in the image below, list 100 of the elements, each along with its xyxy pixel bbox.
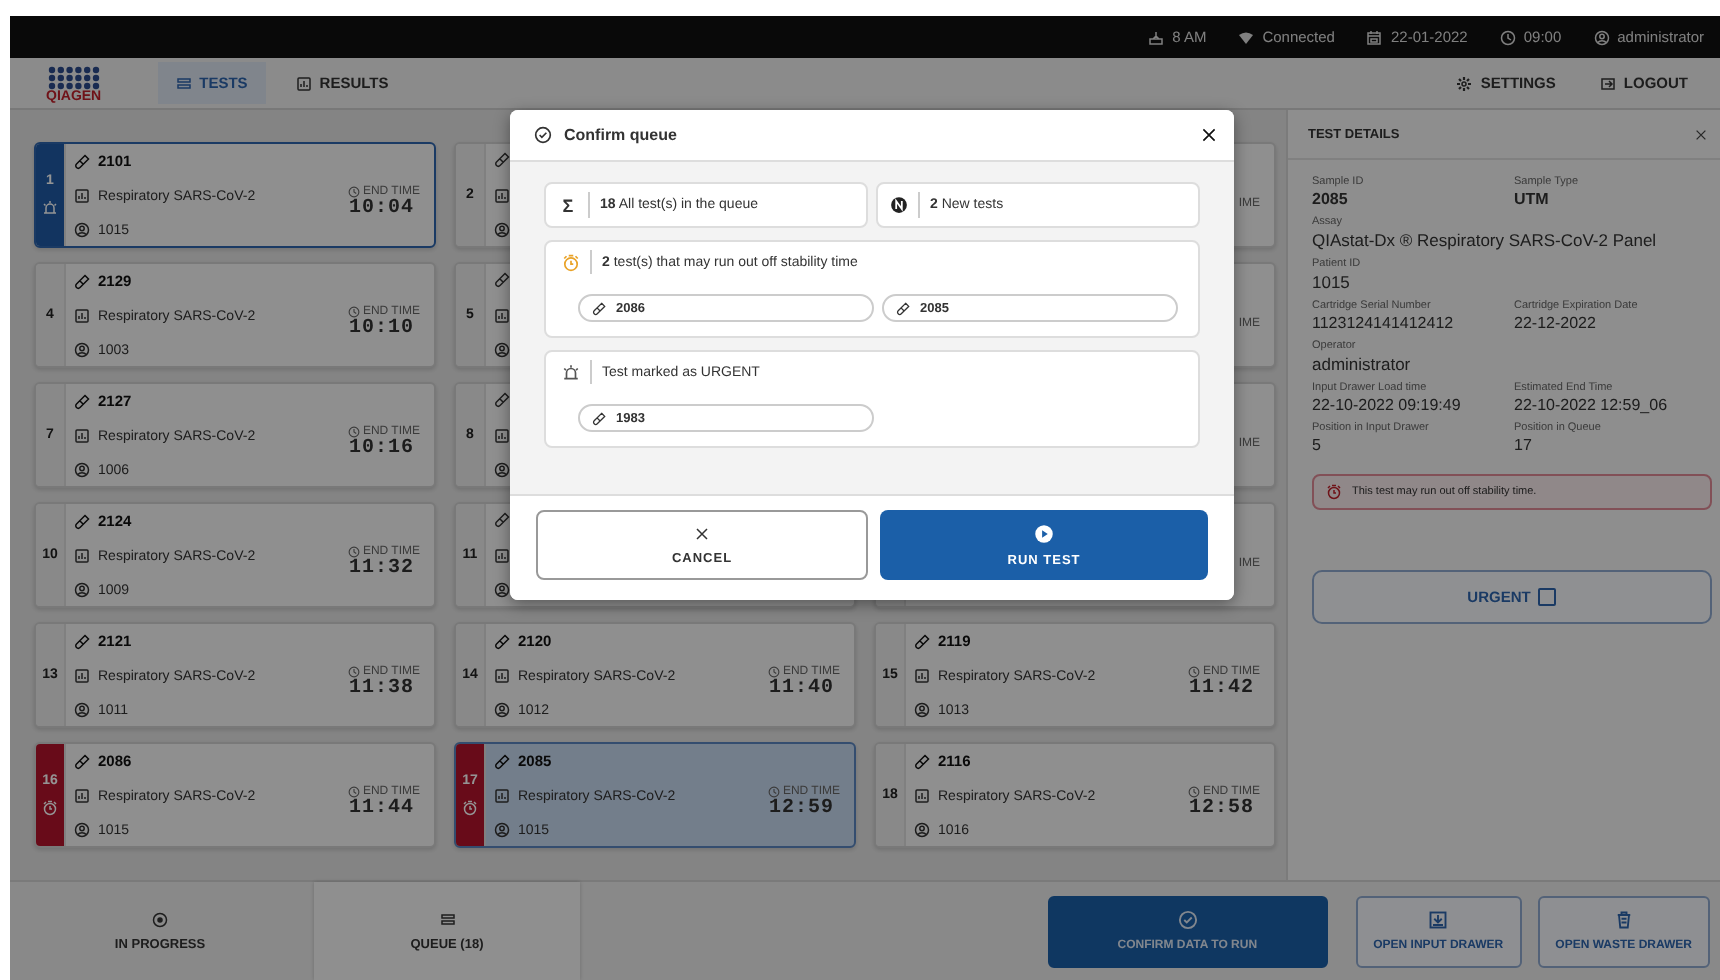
clock-icon [348, 426, 361, 438]
test-tube-icon [74, 633, 90, 649]
settings-icon [1456, 75, 1473, 91]
test-tube-icon [74, 513, 90, 529]
person-icon [74, 582, 90, 598]
field-value: 2085 [1312, 190, 1350, 208]
person-icon [74, 342, 90, 358]
person-icon [494, 222, 510, 238]
field-value: 5 [1312, 436, 1323, 454]
check-circle-icon [1177, 910, 1198, 930]
tray-arrow-icon [1428, 910, 1449, 930]
field-value: 22-10-2022 09:19:49 [1312, 396, 1463, 414]
chart-icon [494, 427, 510, 443]
trash-icon [1613, 910, 1634, 930]
clock-icon [1188, 786, 1201, 798]
chart-icon [914, 788, 930, 804]
close-button[interactable] [1200, 126, 1218, 144]
chart-icon [74, 308, 90, 324]
chart-icon [494, 547, 510, 563]
clock-icon [768, 786, 781, 798]
wifi-icon [1238, 29, 1255, 45]
siren-icon [42, 200, 58, 216]
dialog-title: Confirm queue [564, 126, 677, 144]
test-tube-icon [914, 633, 930, 649]
clock-icon [348, 666, 361, 678]
end-time: 10:16 [348, 438, 414, 460]
chart-icon [74, 788, 90, 804]
field-value: 1015 [1312, 272, 1352, 292]
test-tube-icon [914, 753, 930, 769]
clock-icon [348, 546, 361, 558]
tray-icon [1148, 29, 1165, 45]
letter-n-icon [890, 196, 908, 214]
end-time: 12:58 [1188, 798, 1254, 820]
field-value: administrator [1312, 354, 1413, 374]
chart-icon [74, 428, 90, 444]
chart-icon [74, 188, 90, 204]
list-icon [439, 911, 455, 927]
person-icon [74, 822, 90, 838]
person-icon [494, 582, 510, 598]
person-icon [494, 342, 510, 358]
test-tube-icon [494, 753, 510, 769]
test-tube-icon [592, 411, 606, 425]
field-value: QIAstat-Dx ® Respiratory SARS-CoV-2 Panel [1312, 230, 1659, 250]
test-tube-icon [494, 272, 510, 288]
timer-icon [42, 800, 58, 816]
test-tube-icon [494, 392, 510, 408]
checkbox[interactable] [1538, 588, 1557, 606]
close-icon [1200, 126, 1218, 144]
clock-icon [348, 786, 361, 798]
end-time: 11:32 [348, 558, 414, 580]
end-time: 10:10 [348, 318, 414, 340]
test-tube-icon [74, 273, 90, 289]
person-icon [914, 702, 930, 718]
timer-icon [462, 800, 478, 816]
alarm-icon [1326, 484, 1342, 500]
field-value: 22-10-2022 12:59_06 [1514, 396, 1670, 414]
chart-icon [494, 307, 510, 323]
person-icon [914, 822, 930, 838]
chart-icon [494, 187, 510, 203]
clock-icon [348, 306, 361, 318]
end-time: 10:04 [348, 198, 414, 220]
chart-icon [494, 788, 510, 804]
close-icon [1694, 128, 1708, 142]
field-value: 17 [1514, 436, 1534, 454]
target-icon [152, 911, 168, 927]
test-tube-icon [74, 753, 90, 769]
play-icon [1034, 523, 1054, 543]
dots-logo-icon [47, 65, 100, 89]
user-icon [1593, 29, 1610, 45]
sigma-icon: Σ [558, 195, 578, 215]
clock-icon [1188, 666, 1201, 678]
end-time: 11:42 [1188, 678, 1254, 700]
test-tube-icon [494, 512, 510, 528]
chart-icon [74, 668, 90, 684]
chart-icon [295, 75, 312, 91]
end-time: 11:44 [348, 798, 414, 820]
test-tube-icon [896, 301, 910, 315]
siren-icon [562, 363, 580, 381]
person-icon [74, 702, 90, 718]
end-time: 11:38 [348, 678, 414, 700]
list-icon [175, 75, 192, 91]
chart-icon [74, 548, 90, 564]
test-tube-icon [74, 393, 90, 409]
test-tube-icon [494, 152, 510, 168]
person-icon [74, 222, 90, 238]
logout-icon [1599, 75, 1616, 91]
end-time: 12:59 [768, 798, 834, 820]
field-value: UTM [1514, 190, 1551, 208]
clock-icon [348, 186, 361, 198]
check-circle-icon [534, 126, 552, 144]
clock-icon [768, 666, 781, 678]
person-icon [494, 822, 510, 838]
chart-icon [494, 668, 510, 684]
field-value: 1123124141412412 [1312, 314, 1456, 332]
close-icon [694, 525, 710, 541]
test-tube-icon [592, 301, 606, 315]
test-tube-icon [494, 633, 510, 649]
person-icon [74, 462, 90, 478]
person-icon [494, 702, 510, 718]
chart-icon [914, 668, 930, 684]
